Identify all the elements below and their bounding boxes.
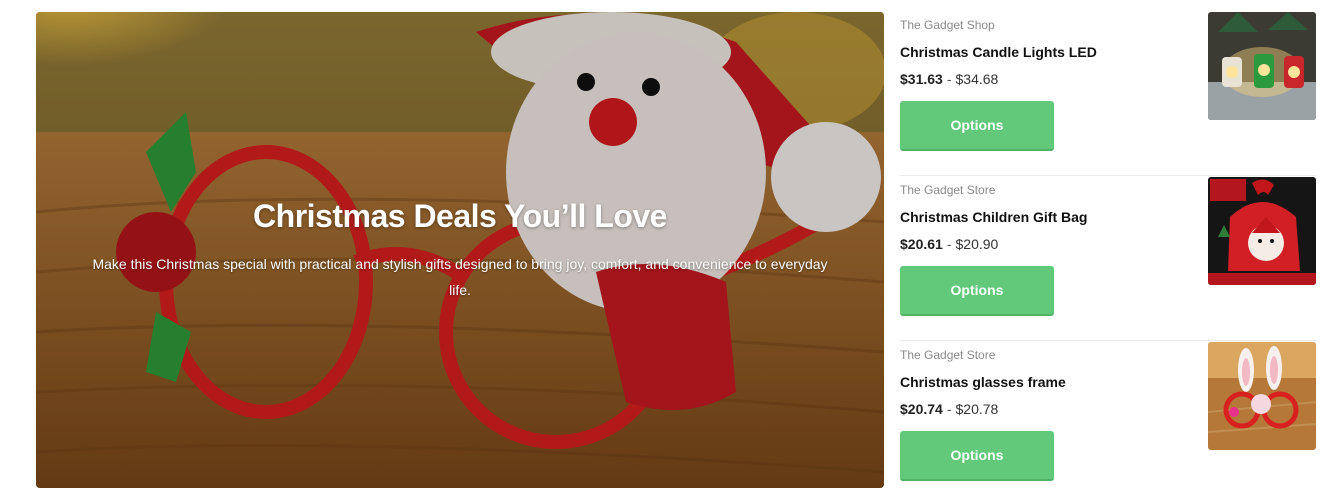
price-high: $34.68	[955, 71, 999, 87]
hero-text-block: Christmas Deals You’ll Love Make this Ch…	[76, 198, 844, 303]
gift-bag-image	[1208, 177, 1316, 285]
product-list: The Gadget Shop Christmas Candle Lights …	[900, 12, 1316, 500]
options-button[interactable]: Options	[900, 101, 1054, 151]
product-name[interactable]: Christmas Children Gift Bag	[900, 209, 1087, 225]
product-shop[interactable]: The Gadget Shop	[900, 18, 995, 32]
product-item: The Gadget Shop Christmas Candle Lights …	[900, 12, 1316, 176]
hero-banner[interactable]: Christmas Deals You’ll Love Make this Ch…	[36, 12, 884, 488]
options-button[interactable]: Options	[900, 266, 1054, 316]
candle-lights-image	[1208, 12, 1316, 120]
product-thumbnail[interactable]	[1208, 12, 1316, 120]
price-separator: -	[946, 401, 952, 417]
price-low: $20.74	[900, 401, 943, 417]
price-high: $20.90	[955, 236, 999, 252]
product-name[interactable]: Christmas glasses frame	[900, 374, 1066, 390]
product-thumbnail[interactable]	[1208, 177, 1316, 285]
product-shop[interactable]: The Gadget Store	[900, 183, 995, 197]
product-shop[interactable]: The Gadget Store	[900, 348, 995, 362]
product-item: The Gadget Store Christmas Children Gift…	[900, 177, 1316, 341]
glasses-frame-image	[1208, 342, 1316, 450]
hero-subtitle: Make this Christmas special with practic…	[92, 256, 828, 298]
product-price: $31.63- $34.68	[900, 71, 998, 87]
product-item: The Gadget Store Christmas glasses frame…	[900, 342, 1316, 500]
product-thumbnail[interactable]	[1208, 342, 1316, 450]
product-price: $20.61- $20.90	[900, 236, 998, 252]
product-price: $20.74- $20.78	[900, 401, 998, 417]
price-low: $20.61	[900, 236, 943, 252]
page: Christmas Deals You’ll Love Make this Ch…	[0, 0, 1344, 500]
price-separator: -	[946, 71, 952, 87]
hero-title: Christmas Deals You’ll Love	[253, 198, 667, 234]
price-low: $31.63	[900, 71, 943, 87]
price-separator: -	[946, 236, 952, 252]
product-name[interactable]: Christmas Candle Lights LED	[900, 44, 1097, 60]
price-high: $20.78	[955, 401, 999, 417]
options-button[interactable]: Options	[900, 431, 1054, 481]
